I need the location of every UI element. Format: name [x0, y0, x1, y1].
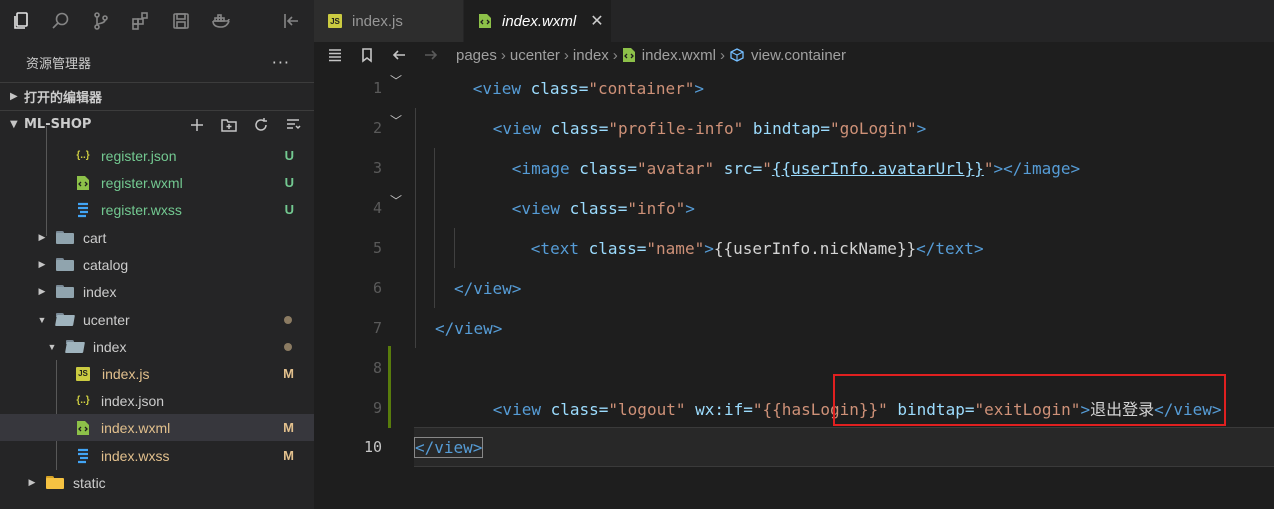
source-control-icon[interactable] — [90, 10, 112, 32]
explorer-title: 资源管理器 ··· — [0, 42, 314, 82]
code-line[interactable]: 10 </view> — [314, 427, 1274, 467]
tree-item-ucenter[interactable]: ▼ ucenter — [0, 306, 314, 333]
more-actions-icon[interactable]: ··· — [272, 53, 290, 72]
save-icon[interactable] — [170, 10, 192, 32]
wxml-file-icon — [74, 420, 92, 436]
git-status-badge: U — [284, 175, 294, 190]
code-line[interactable]: 7 </view> — [314, 308, 1274, 348]
js-file-icon: JS — [328, 14, 342, 28]
chevron-right-icon: ▶ — [38, 286, 46, 296]
fold-chevron-icon[interactable]: ﹀ — [390, 72, 402, 89]
tree-item-ucenter-index[interactable]: ▼ index — [0, 333, 314, 360]
json-file-icon: {..} — [76, 150, 90, 161]
tree-item-register-wxml[interactable]: register.wxml U — [0, 169, 314, 196]
tree-item-index-json[interactable]: {..} index.json — [0, 387, 314, 414]
chevron-down-icon: ▼ — [37, 314, 47, 325]
tree-item-cart[interactable]: ▶ cart — [0, 224, 314, 251]
open-editors-section[interactable]: ▶ 打开的编辑器 — [0, 82, 314, 110]
explorer-title-label: 资源管理器 — [26, 56, 92, 72]
css-file-icon — [74, 202, 92, 218]
code-line[interactable]: 6 </view> — [314, 268, 1274, 308]
tree-item-index-js[interactable]: JS index.js M — [0, 360, 314, 387]
folder-icon — [56, 284, 74, 300]
chevron-down-icon: ▼ — [10, 119, 18, 130]
project-label: ML-SHOP — [24, 117, 92, 132]
wxml-file-icon — [74, 175, 92, 191]
code-editor[interactable]: 1 ﹀ <view class="container"> 2 ﹀ <view c… — [314, 68, 1274, 509]
project-section[interactable]: ▼ ML-SHOP — [0, 110, 314, 138]
editor-tabs: JS index.js index.wxml ✕ — [314, 0, 1274, 42]
new-file-icon[interactable] — [188, 116, 206, 134]
git-status-badge: M — [283, 420, 294, 435]
refresh-icon[interactable] — [252, 116, 270, 134]
search-icon[interactable] — [50, 10, 72, 32]
breadcrumb-separator: › — [719, 46, 725, 64]
modified-dot — [284, 342, 292, 351]
folder-icon — [56, 230, 74, 246]
outline-list-icon[interactable] — [324, 45, 346, 65]
git-status-badge: M — [283, 448, 294, 463]
extensions-icon[interactable] — [130, 10, 152, 32]
js-file-icon: JS — [76, 366, 90, 381]
folder-open-icon — [56, 312, 74, 328]
fold-chevron-icon[interactable]: ﹀ — [390, 112, 402, 129]
tree-item-register-wxss[interactable]: register.wxss U — [0, 196, 314, 223]
tree-item-index-folder[interactable]: ▶ index — [0, 278, 314, 305]
chevron-right-icon: ▶ — [38, 232, 46, 242]
folder-icon — [46, 475, 64, 491]
element-icon — [729, 47, 745, 63]
modified-dot — [284, 315, 292, 324]
open-editors-label: 打开的编辑器 — [24, 91, 103, 106]
tree-item-static[interactable]: ▶ static — [0, 469, 314, 496]
tab-index-js[interactable]: JS index.js — [314, 0, 464, 42]
collapse-panel-icon[interactable] — [280, 10, 302, 32]
chevron-right-icon: ▶ — [10, 91, 18, 102]
collapse-all-icon[interactable] — [284, 116, 302, 134]
git-status-badge: M — [283, 366, 294, 381]
bookmark-icon[interactable] — [356, 45, 378, 65]
explorer-sidebar: 资源管理器 ··· ▶ 打开的编辑器 ▼ ML-SHOP {..} regist… — [0, 42, 314, 509]
new-folder-icon[interactable] — [220, 116, 238, 134]
highlight-annotation-box — [833, 374, 1226, 426]
folder-open-icon — [66, 339, 84, 355]
tree-item-index-wxss[interactable]: index.wxss M — [0, 442, 314, 469]
activity-bar — [0, 0, 314, 42]
docker-icon[interactable] — [210, 10, 232, 32]
explorer-icon[interactable] — [10, 10, 32, 32]
chevron-down-icon: ▼ — [47, 341, 57, 352]
code-line[interactable]: 5 <text class="name">{{userInfo.nickName… — [314, 228, 1274, 268]
folder-icon — [56, 257, 74, 273]
close-icon[interactable]: ✕ — [590, 11, 603, 31]
tree-item-catalog[interactable]: ▶ catalog — [0, 251, 314, 278]
chevron-right-icon: ▶ — [38, 259, 46, 269]
chevron-right-icon: ▶ — [28, 477, 36, 487]
json-file-icon: {..} — [76, 395, 90, 406]
css-file-icon — [74, 448, 92, 464]
breadcrumb-symbol[interactable]: view.container — [751, 47, 846, 64]
tree-item-register-json[interactable]: {..} register.json U — [0, 142, 314, 169]
git-status-badge: U — [284, 148, 294, 163]
fold-chevron-icon[interactable]: ﹀ — [390, 192, 402, 209]
tab-index-wxml[interactable]: index.wxml ✕ — [464, 0, 612, 42]
back-arrow-icon[interactable] — [388, 45, 410, 65]
wxml-file-icon — [478, 13, 492, 29]
tree-item-index-wxml[interactable]: index.wxml M — [0, 414, 314, 441]
git-status-badge: U — [284, 202, 294, 217]
